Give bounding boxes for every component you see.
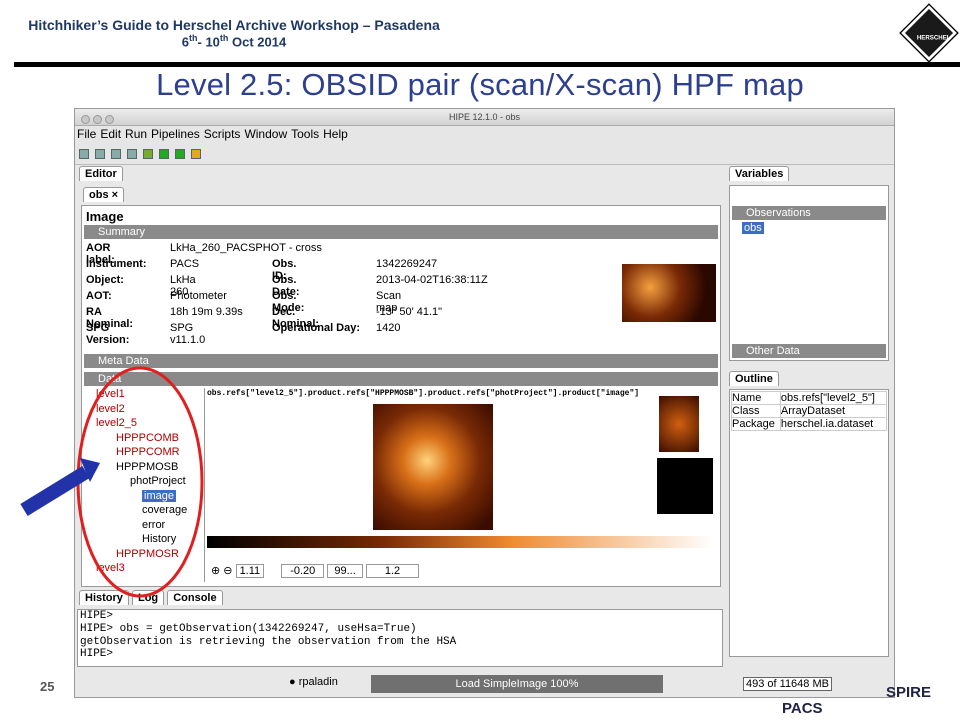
annotation-layer — [20, 366, 204, 598]
spire-logo: SPIRE — [886, 684, 932, 701]
highlight-ellipse — [76, 366, 204, 598]
page-number: 25 — [40, 679, 55, 694]
pacs-logo: PACS — [782, 700, 823, 717]
